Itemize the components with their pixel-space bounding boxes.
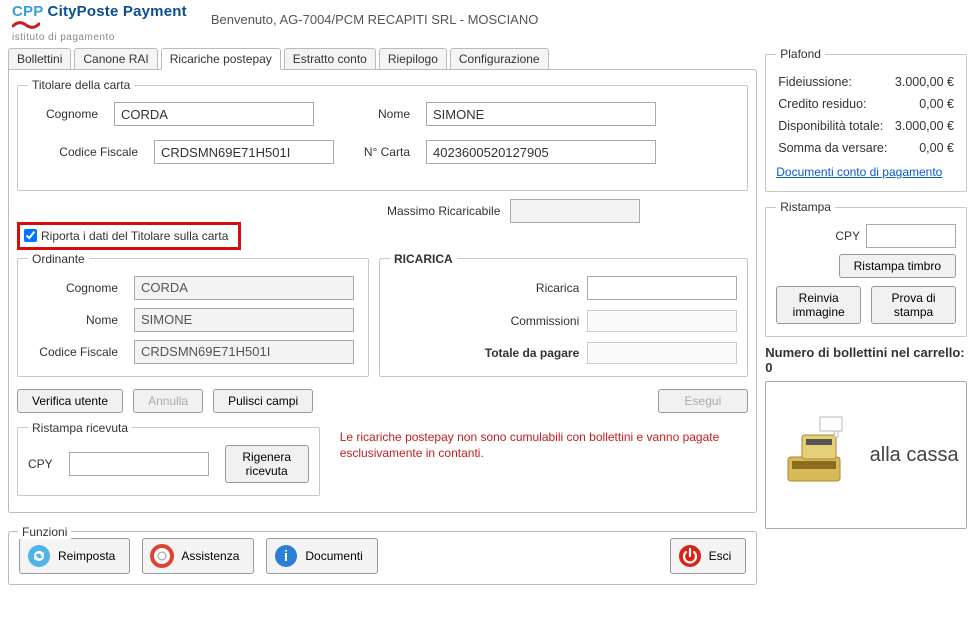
tab-ricariche-postepay[interactable]: Ricariche postepay — [161, 48, 281, 70]
ordinante-nome-label: Nome — [28, 313, 118, 327]
rigenera-ricevuta-button[interactable]: Rigenera ricevuta — [225, 445, 309, 483]
welcome-text: Benvenuto, AG-7004/PCM RECAPITI SRL - MO… — [211, 12, 539, 27]
riporta-checkbox[interactable] — [24, 229, 37, 242]
brand-logo: CPP CityPoste Payment istituto di pagame… — [12, 4, 187, 43]
documenti-button[interactable]: i Documenti — [266, 538, 377, 574]
riporta-highlight: Riporta i dati del Titolare sulla carta — [17, 222, 241, 250]
postepay-warning: Le ricariche postepay non sono cumulabil… — [340, 429, 745, 461]
ordinante-cf-label: Codice Fiscale — [28, 345, 118, 359]
ristampa-cpy-label: CPY — [835, 229, 860, 243]
alla-cassa-label: alla cassa — [870, 444, 959, 467]
totale-value — [587, 342, 737, 364]
lifebuoy-icon — [149, 543, 175, 569]
refresh-icon — [26, 543, 52, 569]
funzioni-legend: Funzioni — [18, 525, 71, 539]
ristampa-cpy-input[interactable] — [866, 224, 956, 248]
assistenza-button[interactable]: Assistenza — [142, 538, 254, 574]
riporta-label: Riporta i dati del Titolare sulla carta — [41, 229, 228, 243]
tab-estratto-conto[interactable]: Estratto conto — [284, 48, 376, 70]
massimo-label: Massimo Ricaricabile — [387, 204, 500, 218]
plafond-fieldset: Plafond Fideiussione:3.000,00 € Credito … — [765, 47, 967, 192]
documenti-conto-link[interactable]: Documenti conto di pagamento — [776, 165, 942, 179]
titolare-nome-label: Nome — [350, 107, 410, 121]
tab-bollettini[interactable]: Bollettini — [8, 48, 71, 70]
titolare-cf-input[interactable] — [154, 140, 334, 164]
alla-cassa-button[interactable]: alla cassa — [765, 381, 967, 529]
annulla-button[interactable]: Annulla — [133, 389, 203, 413]
wave-icon — [12, 20, 187, 32]
tab-configurazione[interactable]: Configurazione — [450, 48, 549, 70]
titolare-cognome-input[interactable] — [114, 102, 314, 126]
tab-riepilogo[interactable]: Riepilogo — [379, 48, 447, 70]
prova-di-stampa-button[interactable]: Prova di stampa — [871, 286, 956, 324]
ricarica-fieldset: RICARICA Ricarica Commissioni Totale da … — [379, 252, 748, 377]
ricarica-label: Ricarica — [439, 281, 579, 295]
cart-title: Numero di bollettini nel carrello: 0 — [765, 345, 967, 375]
svg-text:i: i — [284, 548, 288, 565]
massimo-input — [510, 199, 640, 223]
ordinante-fieldset: Ordinante Cognome Nome Codice Fiscale — [17, 252, 369, 377]
ristampa-ricevuta-cpy-label: CPY — [28, 457, 53, 471]
cash-register-icon — [774, 411, 860, 500]
info-icon: i — [273, 543, 299, 569]
ricarica-input[interactable] — [587, 276, 737, 300]
ordinante-nome-input — [134, 308, 354, 332]
power-icon — [677, 543, 703, 569]
plafond-row: Disponibilità totale:3.000,00 € — [776, 115, 956, 137]
titolare-cognome-label: Cognome — [28, 107, 98, 121]
pulisci-campi-button[interactable]: Pulisci campi — [213, 389, 313, 413]
titolare-nome-input[interactable] — [426, 102, 656, 126]
ordinante-cognome-label: Cognome — [28, 281, 118, 295]
ristampa-fieldset: Ristampa CPY Ristampa timbro Reinvia imm… — [765, 200, 967, 337]
commissioni-value — [587, 310, 737, 332]
titolare-cf-label: Codice Fiscale — [28, 145, 138, 159]
reinvia-immagine-button[interactable]: Reinvia immagine — [776, 286, 861, 324]
esegui-button[interactable]: Esegui — [658, 389, 749, 413]
ristampa-timbro-button[interactable]: Ristampa timbro — [839, 254, 956, 278]
totale-label: Totale da pagare — [439, 346, 579, 360]
ordinante-cf-input — [134, 340, 354, 364]
ristampa-ricevuta-fieldset: Ristampa ricevuta CPY Rigenera ricevuta — [17, 421, 320, 496]
commissioni-label: Commissioni — [439, 314, 579, 328]
tabs: Bollettini Canone RAI Ricariche postepay… — [8, 47, 757, 69]
plafond-row: Fideiussione:3.000,00 € — [776, 71, 956, 93]
plafond-row: Somma da versare:0,00 € — [776, 137, 956, 159]
titolare-numcarta-input[interactable] — [426, 140, 656, 164]
tab-canone-rai[interactable]: Canone RAI — [74, 48, 157, 70]
reimposta-button[interactable]: Reimposta — [19, 538, 130, 574]
ordinante-cognome-input — [134, 276, 354, 300]
titolare-fieldset: Titolare della carta Cognome Nome Codice… — [17, 78, 748, 191]
verifica-utente-button[interactable]: Verifica utente — [17, 389, 123, 413]
titolare-numcarta-label: N° Carta — [350, 145, 410, 159]
plafond-row: Credito residuo:0,00 € — [776, 93, 956, 115]
esci-button[interactable]: Esci — [670, 538, 747, 574]
ristampa-ricevuta-cpy-input[interactable] — [69, 452, 209, 476]
